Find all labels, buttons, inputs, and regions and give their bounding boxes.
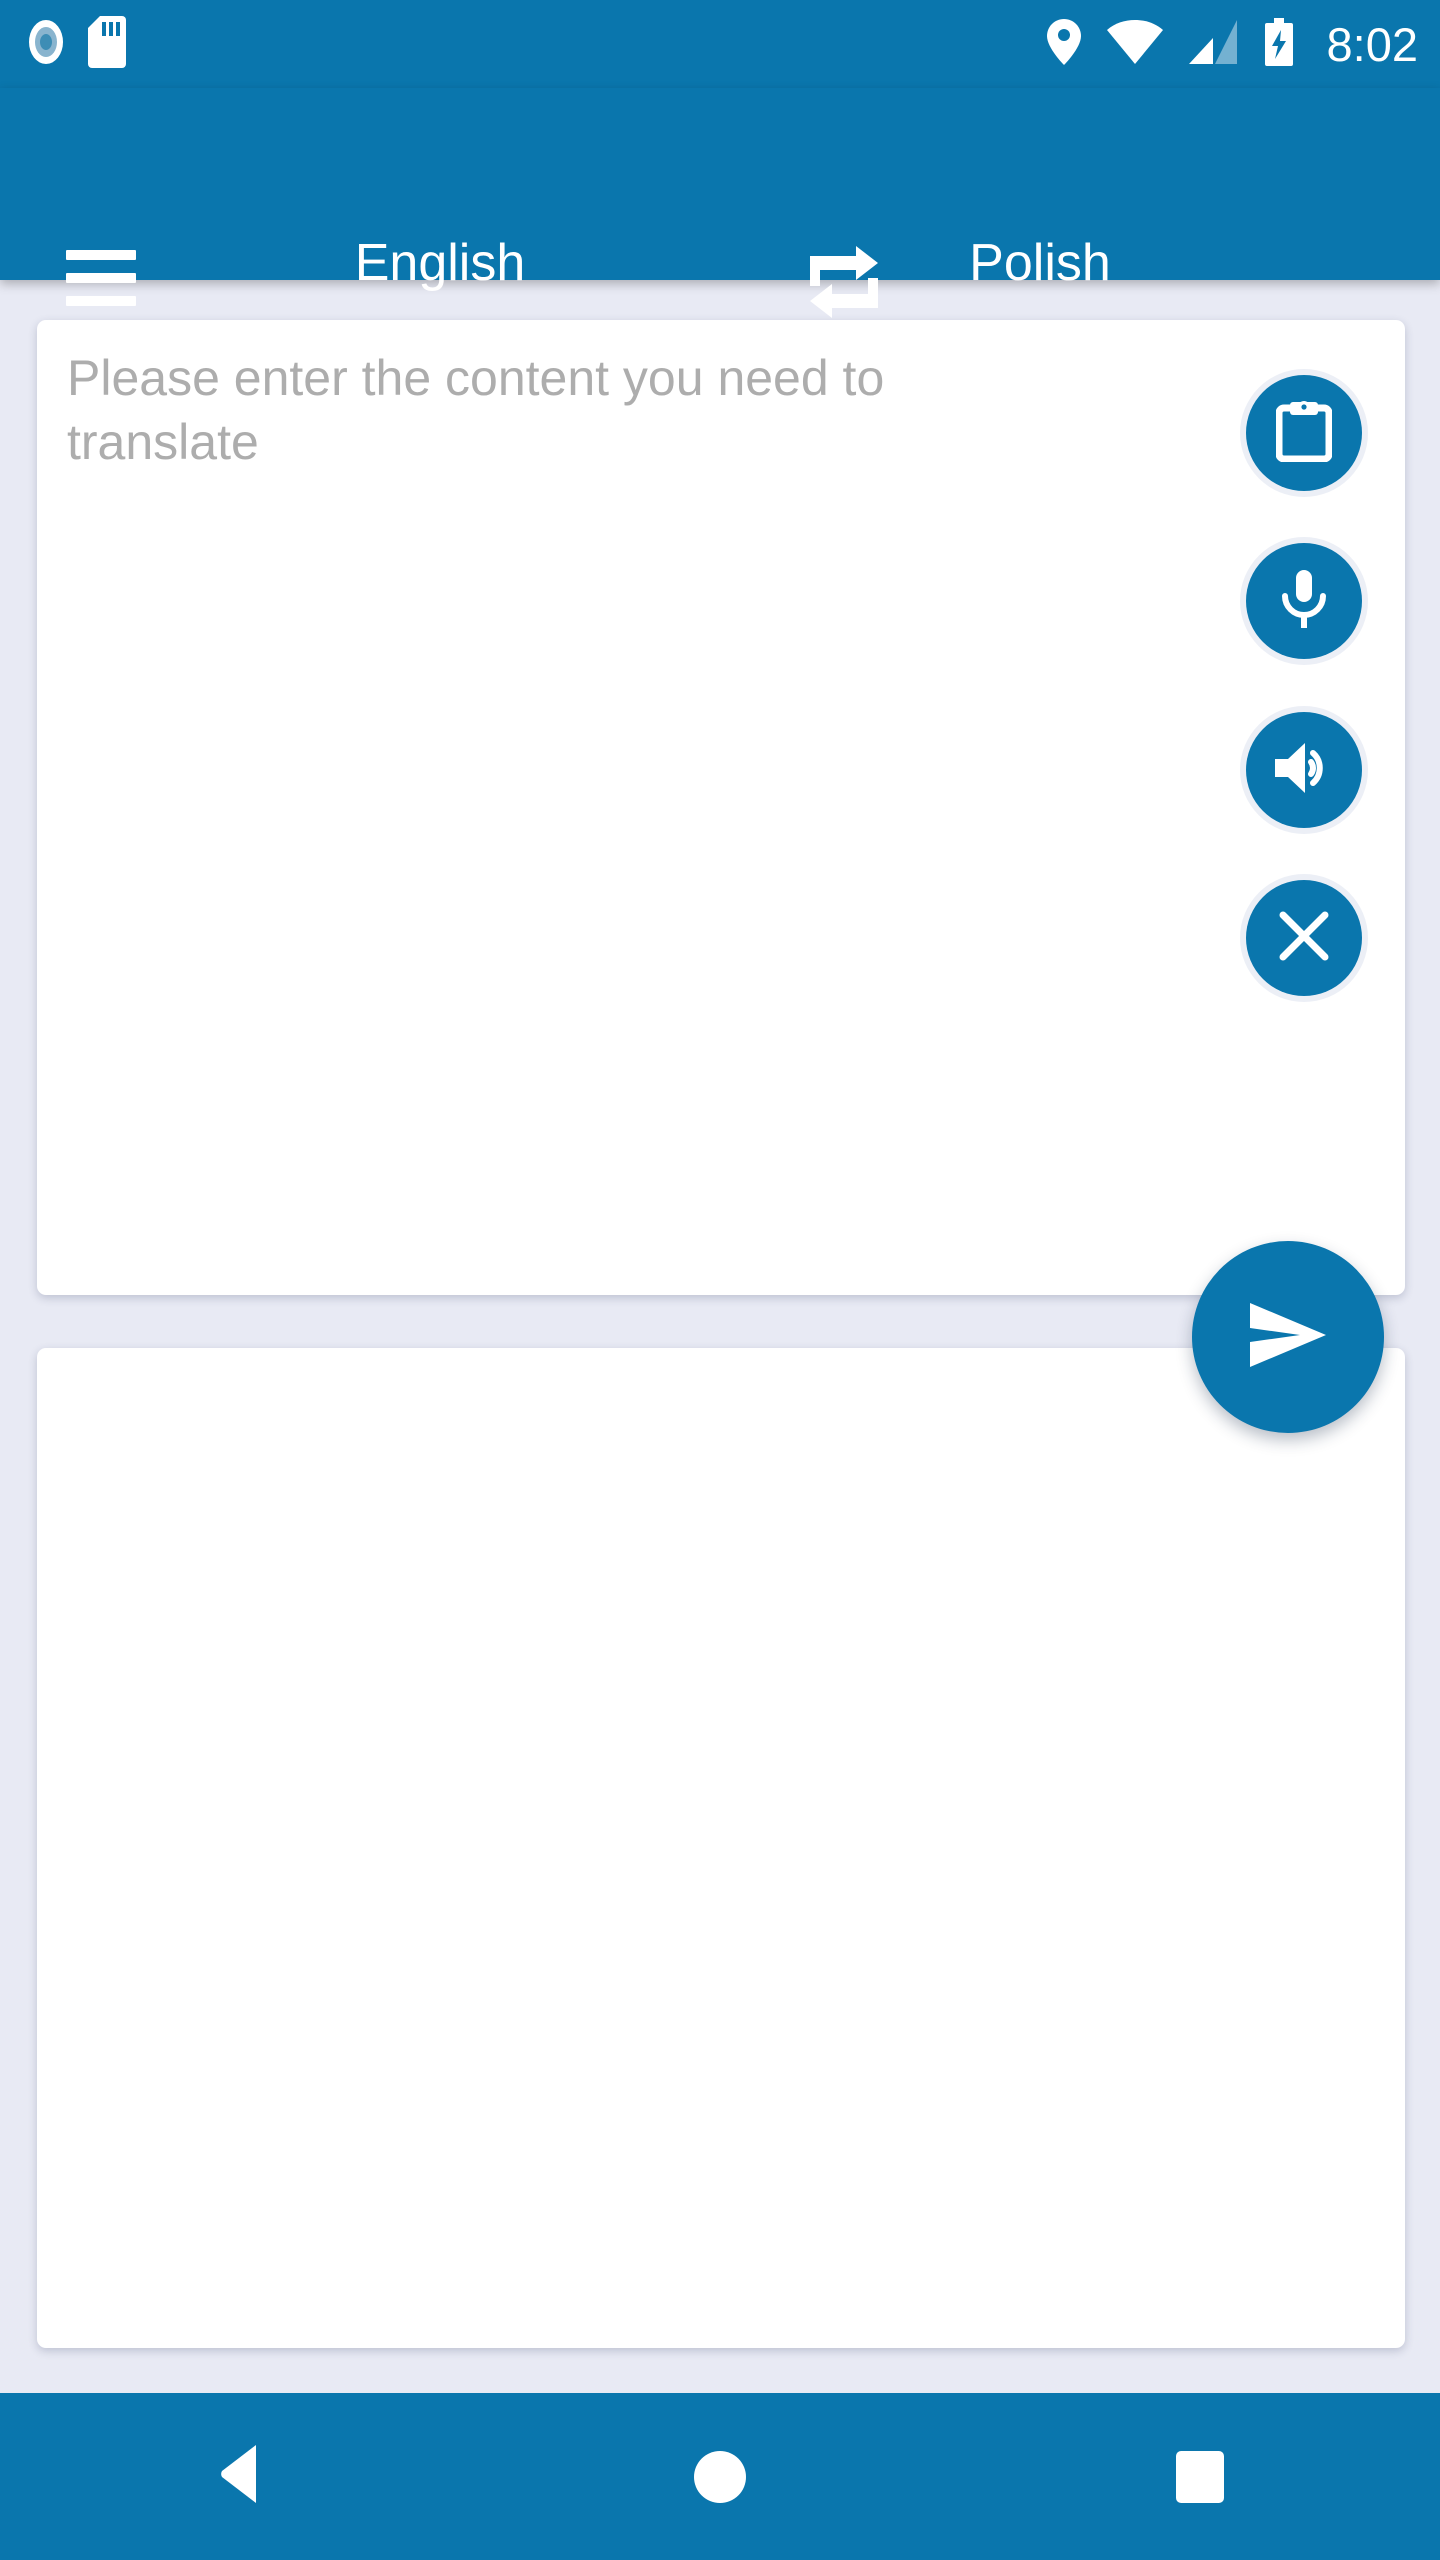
nav-home-button[interactable] bbox=[480, 2393, 960, 2560]
hamburger-icon-line bbox=[66, 250, 136, 260]
phone-screen: 8:02 English Polish Please enter the con… bbox=[0, 0, 1440, 2560]
source-text-card: Please enter the content you need to tra… bbox=[37, 320, 1405, 1295]
hamburger-icon-line bbox=[66, 273, 136, 283]
mic-button[interactable] bbox=[1246, 543, 1362, 659]
nav-recents-button[interactable] bbox=[960, 2393, 1440, 2560]
speaker-volume-icon bbox=[1273, 741, 1335, 800]
location-pin-icon bbox=[1046, 18, 1081, 70]
android-navigation-bar bbox=[0, 2393, 1440, 2560]
microphone-icon bbox=[1279, 568, 1329, 635]
home-circle-icon bbox=[694, 2450, 746, 2503]
target-language-selector[interactable]: Polish bbox=[890, 225, 1190, 301]
clipboard-icon bbox=[1275, 400, 1333, 467]
speak-button[interactable] bbox=[1246, 712, 1362, 828]
sd-card-icon bbox=[88, 15, 126, 73]
translate-send-button[interactable] bbox=[1192, 1241, 1384, 1433]
paste-button[interactable] bbox=[1246, 375, 1362, 491]
source-language-selector[interactable]: English bbox=[290, 225, 590, 301]
wifi-icon bbox=[1106, 19, 1163, 69]
status-bar-right-icons: 8:02 bbox=[1046, 17, 1418, 71]
translated-text-card bbox=[37, 1348, 1405, 2348]
close-x-icon bbox=[1277, 909, 1331, 968]
source-text-placeholder: Please enter the content you need to tra… bbox=[67, 350, 885, 470]
nav-back-button[interactable] bbox=[0, 2393, 480, 2560]
swap-languages-button[interactable] bbox=[788, 228, 900, 340]
app-bar: English Polish bbox=[0, 88, 1440, 318]
swap-arrows-icon bbox=[806, 245, 882, 323]
back-triangle-icon bbox=[220, 2445, 260, 2508]
cellular-signal-icon bbox=[1188, 19, 1237, 69]
status-bar-left-icons bbox=[26, 15, 126, 73]
nfc-indicator-icon bbox=[26, 17, 66, 72]
hamburger-menu-button[interactable] bbox=[42, 218, 160, 338]
send-icon bbox=[1244, 1297, 1332, 1378]
status-bar-clock: 8:02 bbox=[1326, 17, 1418, 71]
recents-square-icon bbox=[1176, 2450, 1224, 2503]
battery-charging-icon bbox=[1263, 17, 1295, 71]
hamburger-icon-line bbox=[66, 296, 136, 306]
status-bar: 8:02 bbox=[0, 0, 1440, 88]
clear-button[interactable] bbox=[1246, 880, 1362, 996]
